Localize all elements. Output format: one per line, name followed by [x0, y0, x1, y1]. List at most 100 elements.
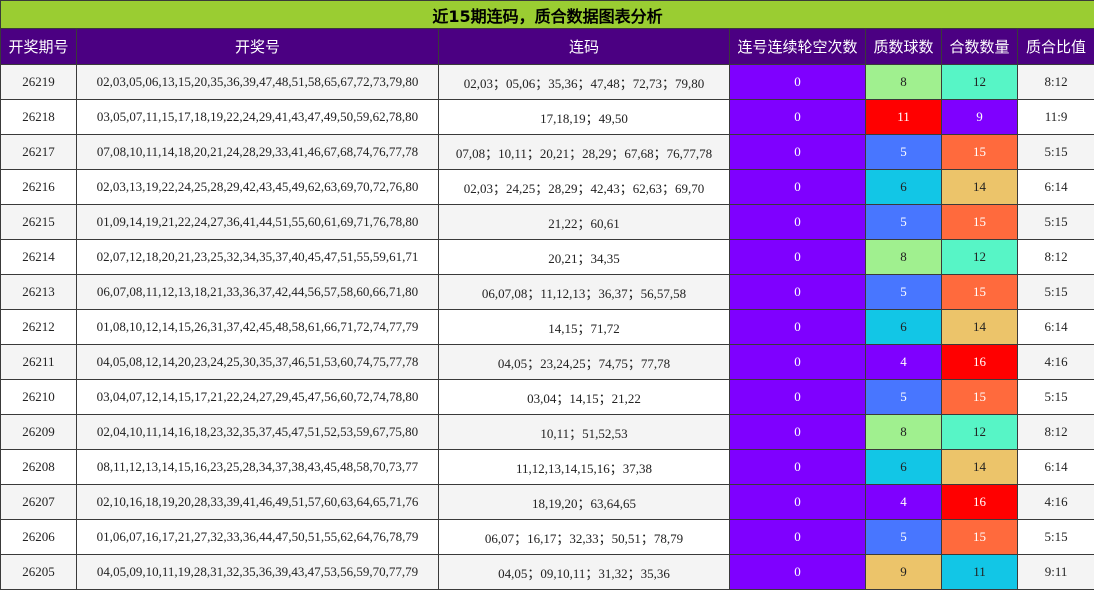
table-row: 26213 06,07,08,11,12,13,18,21,33,36,37,42…	[0, 274, 1094, 310]
cell-period: 26209	[0, 414, 77, 450]
cell-composite-count: 11	[941, 554, 1018, 590]
cell-composite-count: 15	[941, 519, 1018, 555]
cell-gap-count: 0	[729, 449, 866, 485]
table-row: 26209 02,04,10,11,14,16,18,23,32,35,37,45…	[0, 414, 1094, 450]
cell-composite-count: 9	[941, 99, 1018, 135]
cell-numbers: 02,10,16,18,19,20,28,33,39,41,46,49,51,5…	[76, 484, 439, 520]
cell-lianma: 11,12,13,14,15,16；37,38	[438, 449, 730, 485]
cell-period: 26217	[0, 134, 77, 170]
cell-gap-count: 0	[729, 309, 866, 345]
cell-prime-count: 8	[865, 414, 942, 450]
cell-prime-count: 6	[865, 449, 942, 485]
cell-gap-count: 0	[729, 239, 866, 275]
cell-period: 26210	[0, 379, 77, 415]
table-row: 26215 01,09,14,19,21,22,24,27,36,41,44,51…	[0, 204, 1094, 240]
cell-ratio: 11:9	[1016, 99, 1094, 135]
cell-ratio: 8:12	[1016, 414, 1094, 450]
cell-ratio: 5:15	[1016, 519, 1094, 555]
cell-numbers: 02,03,13,19,22,24,25,28,29,42,43,45,49,6…	[76, 169, 439, 205]
cell-lianma: 06,07；16,17；32,33；50,51；78,79	[438, 519, 730, 555]
table-row: 26216 02,03,13,19,22,24,25,28,29,42,43,45…	[0, 169, 1094, 205]
cell-gap-count: 0	[729, 519, 866, 555]
cell-numbers: 02,04,10,11,14,16,18,23,32,35,37,45,47,5…	[76, 414, 439, 450]
cell-composite-count: 16	[941, 344, 1018, 380]
cell-prime-count: 8	[865, 239, 942, 275]
cell-composite-count: 12	[941, 414, 1018, 450]
cell-prime-count: 6	[865, 309, 942, 345]
cell-composite-count: 14	[941, 169, 1018, 205]
cell-composite-count: 14	[941, 309, 1018, 345]
cell-lianma: 04,05；23,24,25；74,75；77,78	[438, 344, 730, 380]
table-row: 26206 01,06,07,16,17,21,27,32,33,36,44,47…	[0, 519, 1094, 555]
table-title: 近15期连码，质合数据图表分析	[0, 0, 1094, 29]
cell-lianma: 10,11；51,52,53	[438, 414, 730, 450]
cell-ratio: 9:11	[1016, 554, 1094, 590]
lottery-analysis-table: 近15期连码，质合数据图表分析 开奖期号 开奖号 连码 连号连续轮空次数 质数球…	[0, 0, 1094, 590]
table-row: 26207 02,10,16,18,19,20,28,33,39,41,46,49…	[0, 484, 1094, 520]
cell-ratio: 5:15	[1016, 204, 1094, 240]
cell-ratio: 6:14	[1016, 169, 1094, 205]
cell-period: 26212	[0, 309, 77, 345]
cell-ratio: 4:16	[1016, 484, 1094, 520]
cell-composite-count: 12	[941, 239, 1018, 275]
cell-numbers: 01,08,10,12,14,15,26,31,37,42,45,48,58,6…	[76, 309, 439, 345]
cell-ratio: 6:14	[1016, 309, 1094, 345]
cell-prime-count: 6	[865, 169, 942, 205]
cell-composite-count: 12	[941, 64, 1018, 100]
table-row: 26218 03,05,07,11,15,17,18,19,22,24,29,41…	[0, 99, 1094, 135]
cell-ratio: 5:15	[1016, 134, 1094, 170]
cell-ratio: 4:16	[1016, 344, 1094, 380]
cell-numbers: 03,05,07,11,15,17,18,19,22,24,29,41,43,4…	[76, 99, 439, 135]
cell-prime-count: 5	[865, 134, 942, 170]
table-row: 26208 08,11,12,13,14,15,16,23,25,28,34,37…	[0, 449, 1094, 485]
cell-numbers: 08,11,12,13,14,15,16,23,25,28,34,37,38,4…	[76, 449, 439, 485]
cell-gap-count: 0	[729, 484, 866, 520]
cell-gap-count: 0	[729, 344, 866, 380]
cell-period: 26216	[0, 169, 77, 205]
cell-period: 26218	[0, 99, 77, 135]
header-prime-count: 质数球数	[865, 28, 942, 65]
cell-numbers: 07,08,10,11,14,18,20,21,24,28,29,33,41,4…	[76, 134, 439, 170]
cell-gap-count: 0	[729, 169, 866, 205]
cell-period: 26219	[0, 64, 77, 100]
cell-gap-count: 0	[729, 379, 866, 415]
header-composite-count: 合数数量	[941, 28, 1018, 65]
table-header-row: 开奖期号 开奖号 连码 连号连续轮空次数 质数球数 合数数量 质合比值	[0, 28, 1094, 65]
cell-gap-count: 0	[729, 204, 866, 240]
table-row: 26219 02,03,05,06,13,15,20,35,36,39,47,48…	[0, 64, 1094, 100]
cell-ratio: 8:12	[1016, 64, 1094, 100]
table-row: 26210 03,04,07,12,14,15,17,21,22,24,27,29…	[0, 379, 1094, 415]
cell-gap-count: 0	[729, 554, 866, 590]
cell-numbers: 06,07,08,11,12,13,18,21,33,36,37,42,44,5…	[76, 274, 439, 310]
header-gap-count: 连号连续轮空次数	[729, 28, 866, 65]
header-period: 开奖期号	[0, 28, 77, 65]
cell-lianma: 06,07,08；11,12,13；36,37；56,57,58	[438, 274, 730, 310]
table-row: 26217 07,08,10,11,14,18,20,21,24,28,29,33…	[0, 134, 1094, 170]
cell-gap-count: 0	[729, 64, 866, 100]
cell-numbers: 02,07,12,18,20,21,23,25,32,34,35,37,40,4…	[76, 239, 439, 275]
table-row: 26211 04,05,08,12,14,20,23,24,25,30,35,37…	[0, 344, 1094, 380]
cell-ratio: 5:15	[1016, 379, 1094, 415]
cell-lianma: 18,19,20；63,64,65	[438, 484, 730, 520]
cell-numbers: 01,09,14,19,21,22,24,27,36,41,44,51,55,6…	[76, 204, 439, 240]
cell-prime-count: 5	[865, 519, 942, 555]
cell-lianma: 20,21；34,35	[438, 239, 730, 275]
cell-ratio: 8:12	[1016, 239, 1094, 275]
cell-numbers: 03,04,07,12,14,15,17,21,22,24,27,29,45,4…	[76, 379, 439, 415]
cell-ratio: 6:14	[1016, 449, 1094, 485]
cell-gap-count: 0	[729, 134, 866, 170]
cell-composite-count: 14	[941, 449, 1018, 485]
cell-prime-count: 5	[865, 204, 942, 240]
cell-prime-count: 9	[865, 554, 942, 590]
cell-prime-count: 5	[865, 379, 942, 415]
cell-gap-count: 0	[729, 99, 866, 135]
table-row: 26205 04,05,09,10,11,19,28,31,32,35,36,39…	[0, 554, 1094, 590]
cell-prime-count: 5	[865, 274, 942, 310]
cell-period: 26213	[0, 274, 77, 310]
cell-period: 26206	[0, 519, 77, 555]
cell-gap-count: 0	[729, 414, 866, 450]
lottery-analysis-page: 近15期连码，质合数据图表分析 开奖期号 开奖号 连码 连号连续轮空次数 质数球…	[0, 0, 1094, 590]
cell-lianma: 21,22；60,61	[438, 204, 730, 240]
cell-lianma: 03,04；14,15；21,22	[438, 379, 730, 415]
cell-prime-count: 4	[865, 484, 942, 520]
